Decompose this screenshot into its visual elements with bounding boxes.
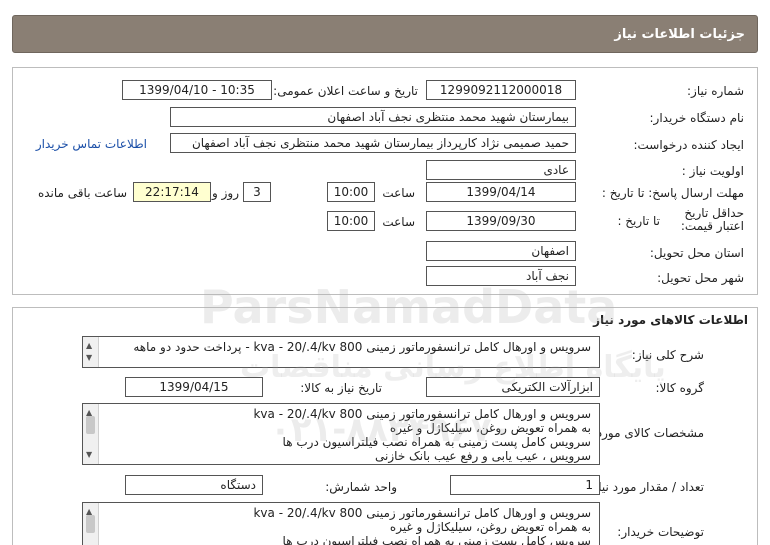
description-label: شرح کلی نیاز: bbox=[631, 348, 704, 362]
scroll-down-icon[interactable]: ▼ bbox=[86, 351, 92, 365]
notes-scrollbar[interactable]: ▲ bbox=[83, 503, 99, 545]
buyer-contact-link[interactable]: اطلاعات تماس خریدار bbox=[36, 137, 147, 151]
creator-label: ایجاد کننده درخواست: bbox=[633, 138, 744, 152]
validity-label: حداقل تاریخ اعتبار قیمت: bbox=[680, 206, 744, 233]
goods-group-label: گروه کالا: bbox=[655, 381, 705, 395]
specs-line: به همراه تعویض روغن، سیلیکاژل و غیره bbox=[389, 421, 591, 435]
unit-label: واحد شمارش: bbox=[325, 480, 397, 494]
notes-line: به همراه تعویض روغن، سیلیکاژل و غیره bbox=[389, 520, 591, 534]
specs-line: سرویس ، عیب یابی و رفع عیب بانک خازنی bbox=[375, 449, 591, 463]
deadline-label: مهلت ارسال پاسخ: تا تاریخ : bbox=[601, 186, 744, 200]
remaining-time-field: 22:17:14 bbox=[133, 182, 211, 202]
city-field: نجف آباد bbox=[426, 266, 576, 286]
announce-label: تاریخ و ساعت اعلان عمومی: bbox=[273, 84, 418, 98]
page-title: جزئیات اطلاعات نیاز bbox=[614, 26, 745, 42]
notes-line: سرویس و اورهال کامل ترانسفورماتور زمینی … bbox=[253, 506, 591, 520]
scroll-thumb[interactable] bbox=[86, 515, 95, 533]
quantity-label: تعداد / مقدار مورد نیاز: bbox=[588, 480, 704, 494]
remaining-label: ساعت باقی مانده bbox=[37, 186, 127, 200]
buyer-label: نام دستگاه خریدار: bbox=[649, 111, 745, 125]
quantity-field: 1 bbox=[450, 475, 600, 495]
days-label: روز و bbox=[212, 186, 239, 200]
specs-line: سرویس کامل پست زمینی به همراه نصب فیلترا… bbox=[282, 435, 591, 449]
buyer-field: بیمارستان شهید محمد منتظری نجف آباد اصفه… bbox=[170, 107, 576, 127]
validity-time-label: ساعت bbox=[382, 215, 415, 229]
deadline-date-field: 1399/04/14 bbox=[426, 182, 576, 202]
need-number-field: 1299092112000018 bbox=[426, 80, 576, 100]
specs-scrollbar[interactable]: ▲ ▼ bbox=[83, 404, 99, 464]
goods-group-field: ابزارآلات الکتریکی bbox=[426, 377, 600, 397]
goods-section-title: اطلاعات کالاهای مورد نیاز bbox=[593, 313, 748, 327]
description-text: سرویس و اورهال کامل ترانسفورماتور زمینی … bbox=[133, 340, 591, 354]
priority-field: عادی bbox=[426, 160, 576, 180]
city-label: شهر محل تحویل: bbox=[657, 271, 744, 285]
unit-field: دستگاه bbox=[125, 475, 263, 495]
scroll-down-icon[interactable]: ▼ bbox=[86, 448, 92, 462]
need-info-panel bbox=[12, 67, 758, 295]
province-field: اصفهان bbox=[426, 241, 576, 261]
buyer-notes-label: توضیحات خریدار: bbox=[617, 525, 704, 539]
need-date-label: تاریخ نیاز به کالا: bbox=[300, 381, 382, 395]
province-label: استان محل تحویل: bbox=[649, 246, 744, 260]
scroll-thumb[interactable] bbox=[86, 416, 95, 434]
validity-time-field: 10:00 bbox=[327, 211, 375, 231]
deadline-time-field: 10:00 bbox=[327, 182, 375, 202]
description-textarea[interactable]: ▲ ▼ سرویس و اورهال کامل ترانسفورماتور زم… bbox=[82, 336, 600, 368]
page-header: جزئیات اطلاعات نیاز bbox=[12, 15, 758, 53]
need-number-label: شماره نیاز: bbox=[687, 84, 744, 98]
notes-line: سرویس کامل پست زمینی به همراه نصب فیلترا… bbox=[282, 534, 591, 545]
validity-date-field: 1399/09/30 bbox=[426, 211, 576, 231]
priority-label: اولویت نیاز : bbox=[681, 164, 744, 178]
validity-to-label: تا تاریخ : bbox=[617, 214, 660, 228]
days-remaining-field: 3 bbox=[243, 182, 271, 202]
deadline-time-label: ساعت bbox=[382, 186, 415, 200]
specs-line: سرویس و اورهال کامل ترانسفورماتور زمینی … bbox=[253, 407, 591, 421]
announce-field: 1399/04/10 - 10:35 bbox=[122, 80, 272, 100]
specs-textarea[interactable]: ▲ ▼ سرویس و اورهال کامل ترانسفورماتور زم… bbox=[82, 403, 600, 465]
buyer-notes-textarea[interactable]: ▲ سرویس و اورهال کامل ترانسفورماتور زمین… bbox=[82, 502, 600, 545]
description-scrollbar[interactable]: ▲ ▼ bbox=[83, 337, 99, 367]
need-date-field: 1399/04/15 bbox=[125, 377, 263, 397]
creator-field: حمید صمیمی نژاد کارپرداز بیمارستان شهید … bbox=[170, 133, 576, 153]
